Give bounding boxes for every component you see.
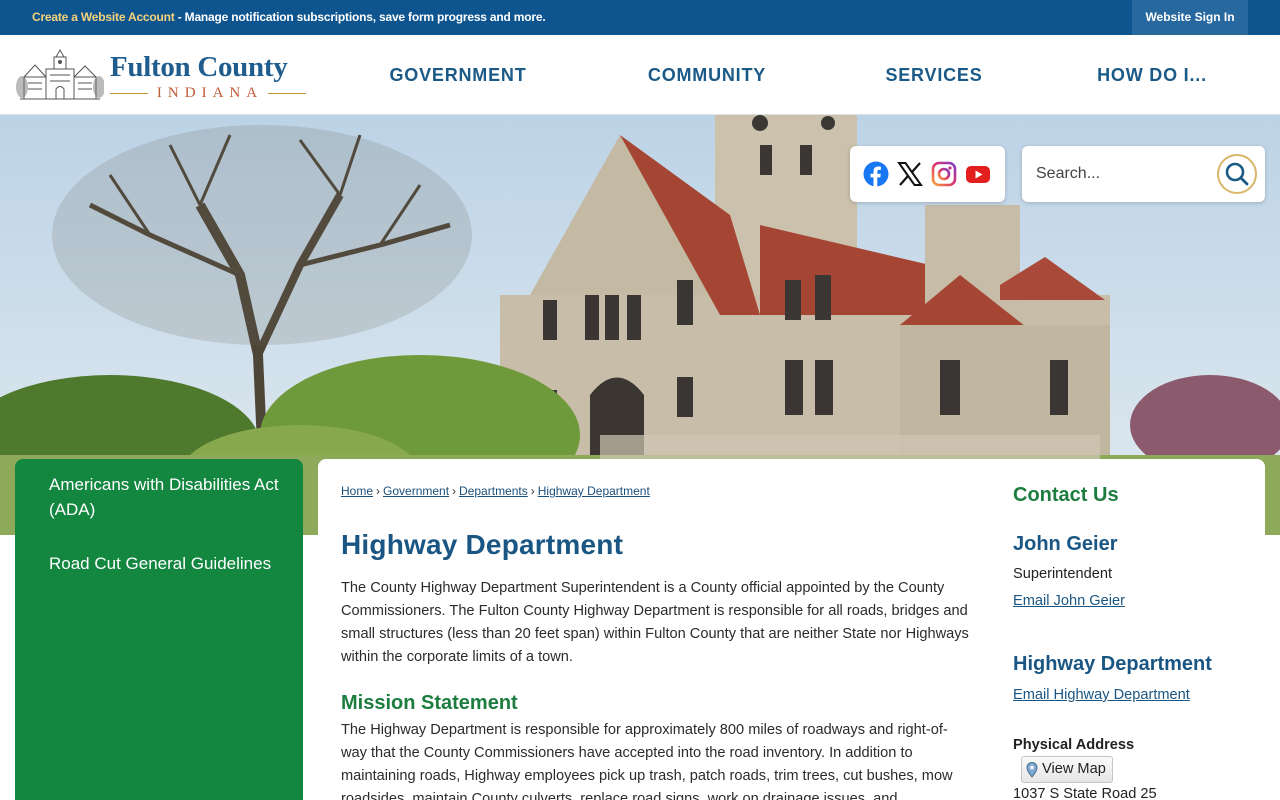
youtube-icon[interactable]	[965, 161, 991, 187]
facebook-icon[interactable]	[863, 161, 889, 187]
breadcrumb-departments[interactable]: Departments	[459, 484, 528, 498]
logo-county-name: Fulton County	[110, 51, 288, 83]
contact-person-role: Superintendent	[1013, 566, 1112, 582]
breadcrumb-separator: ›	[376, 484, 381, 498]
x-twitter-icon[interactable]	[897, 161, 923, 187]
nav-community[interactable]: COMMUNITY	[622, 35, 792, 115]
physical-address-label: Physical Address	[1013, 737, 1135, 753]
instagram-icon[interactable]	[931, 161, 957, 187]
breadcrumb-home[interactable]: Home	[341, 484, 373, 498]
page-title: Highway Department	[341, 529, 624, 560]
contact-person-name: John Geier	[1013, 533, 1118, 555]
account-message-text: - Manage notification subscriptions, sav…	[174, 10, 546, 24]
breadcrumb-separator: ›	[530, 484, 535, 498]
sidebar-item-ada[interactable]: Americans with Disabilities Act (ADA)	[49, 472, 279, 522]
contact-us-panel: Contact Us John Geier Superintendent Ema…	[1013, 459, 1263, 800]
map-pin-icon	[1026, 761, 1038, 778]
mission-statement-text: The Highway Department is responsible fo…	[341, 722, 953, 800]
sidebar-nav: Americans with Disabilities Act (ADA) Ro…	[15, 459, 303, 800]
breadcrumb-government[interactable]: Government	[383, 484, 449, 498]
account-message: Create a Website Account - Manage notifi…	[32, 10, 546, 24]
breadcrumb-highway-department[interactable]: Highway Department	[538, 484, 650, 498]
logo-state-text: INDIANA	[156, 85, 264, 101]
social-media-links	[850, 146, 1005, 202]
email-department-link[interactable]: Email Highway Department	[1013, 687, 1190, 703]
courthouse-logo-icon	[16, 48, 104, 100]
logo-state: INDIANA	[110, 85, 306, 102]
create-account-link[interactable]: Create a Website Account	[32, 10, 175, 24]
search-button[interactable]	[1217, 154, 1257, 194]
top-utility-bar: Create a Website Account - Manage notifi…	[0, 0, 1280, 35]
nav-services[interactable]: SERVICES	[864, 35, 1004, 115]
sidebar-item-road-cut-guidelines[interactable]: Road Cut General Guidelines	[49, 551, 279, 576]
site-logo[interactable]: Fulton County INDIANA	[16, 47, 308, 105]
contact-department-name: Highway Department	[1013, 653, 1212, 675]
contact-heading: Contact Us	[1013, 484, 1119, 506]
nav-how-do-i[interactable]: HOW DO I...	[1082, 35, 1222, 115]
intro-paragraph: The County Highway Department Superinten…	[341, 580, 969, 665]
street-address: 1037 S State Road 25	[1013, 786, 1157, 800]
site-header: Fulton County INDIANA GOVERNMENT COMMUNI…	[0, 35, 1280, 115]
breadcrumb-separator: ›	[452, 484, 457, 498]
site-search	[1022, 146, 1265, 202]
search-input[interactable]	[1036, 158, 1216, 190]
logo-rule-left	[110, 93, 148, 94]
website-sign-in-button[interactable]: Website Sign In	[1132, 0, 1248, 35]
search-icon	[1225, 162, 1249, 186]
email-person-link[interactable]: Email John Geier	[1013, 593, 1125, 609]
mission-statement-heading: Mission Statement	[341, 692, 518, 714]
logo-rule-right	[268, 93, 306, 94]
view-map-button[interactable]: View Map	[1021, 756, 1113, 783]
view-map-label: View Map	[1042, 761, 1106, 777]
nav-government[interactable]: GOVERNMENT	[372, 35, 544, 115]
breadcrumb: Home › Government › Departments › Highway Depa…	[341, 484, 650, 498]
